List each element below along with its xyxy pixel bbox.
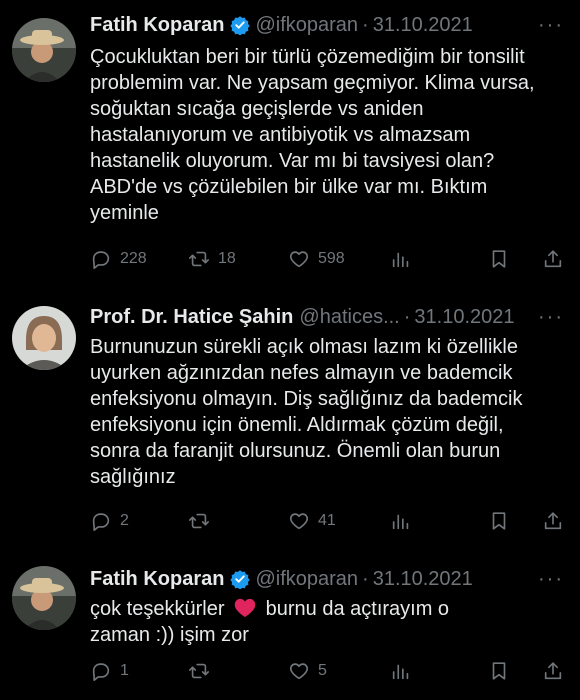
tweet-date[interactable]: 31.10.2021 [373,12,473,38]
separator: · [403,306,411,328]
reply-count: 2 [120,512,129,529]
bookmark-button[interactable] [488,660,510,682]
tweet-actions: 2 41 [90,510,568,536]
tweet-actions: 1 5 [90,660,568,686]
bookmark-button[interactable] [488,248,510,270]
avatar[interactable] [12,306,76,370]
views-button[interactable] [390,248,412,270]
verified-badge-icon [230,569,251,590]
tweet-date[interactable]: 31.10.2021 [414,304,514,330]
bookmark-icon [492,250,506,268]
reply-count: 1 [120,662,129,679]
retweet-icon [189,663,209,679]
tweet-text: Çocukluktan beri bir türlü çözemediğim b… [90,46,535,224]
author-handle[interactable]: @hatices... [299,304,399,330]
analytics-icon [392,514,409,530]
reply-button[interactable]: 228 [90,248,147,270]
more-options-icon[interactable]: ··· [538,306,564,329]
tweet[interactable]: Prof. Dr. Hatice Şahin @hatices... · 31.… [0,290,580,556]
tweet-text-part: çok teşekkürler [90,598,225,620]
reply-icon [92,513,110,531]
heart-icon [289,251,309,268]
reply-icon [92,663,110,681]
tweet-text: çok teşekkürler burnu da açtırayım o zam… [90,596,570,648]
share-button[interactable] [542,248,564,270]
red-heart-emoji-icon [234,598,256,618]
retweet-icon [189,513,209,529]
analytics-icon [392,664,409,680]
analytics-icon [392,252,409,268]
author-name[interactable]: Fatih Koparan [90,566,224,592]
retweet-count: 18 [218,250,236,267]
reply-count: 228 [120,250,147,267]
views-button[interactable] [390,660,412,682]
avatar[interactable] [12,18,76,82]
retweet-button[interactable] [188,510,218,532]
more-options-icon[interactable]: ··· [538,568,564,591]
tweet-text: Burnunuzun sürekli açık olması lazım ki … [90,336,523,488]
share-button[interactable] [542,660,564,682]
bookmark-icon [492,512,506,530]
reply-button[interactable]: 1 [90,660,129,682]
tweet[interactable]: Fatih Koparan @ifkoparan · 31.10.2021 ··… [0,0,580,290]
more-options-icon[interactable]: ··· [538,14,564,37]
reply-icon [92,251,110,269]
tweet-header: Fatih Koparan @ifkoparan · 31.10.2021 [90,12,473,38]
reply-button[interactable]: 2 [90,510,129,532]
heart-icon [289,663,309,680]
verified-badge-icon [230,15,251,36]
like-button[interactable]: 5 [288,660,327,682]
separator: · [362,14,369,36]
tweet-actions: 228 18 598 [90,248,568,274]
tweet[interactable]: Fatih Koparan @ifkoparan · 31.10.2021 ··… [0,556,580,700]
like-button[interactable]: 41 [288,510,336,532]
tweet-header: Prof. Dr. Hatice Şahin @hatices... · 31.… [90,304,515,330]
share-button[interactable] [542,510,564,532]
avatar[interactable] [12,566,76,630]
author-name[interactable]: Fatih Koparan [90,12,224,38]
tweet-date[interactable]: 31.10.2021 [373,566,473,592]
separator: · [362,568,369,590]
views-button[interactable] [390,510,412,532]
like-count: 5 [318,662,327,679]
bookmark-icon [492,662,506,680]
share-icon [544,250,562,268]
retweet-button[interactable]: 18 [188,248,236,270]
like-button[interactable]: 598 [288,248,345,270]
share-icon [544,662,562,680]
author-handle[interactable]: @ifkoparan [255,12,358,38]
heart-icon [289,513,309,530]
tweet-header: Fatih Koparan @ifkoparan · 31.10.2021 [90,566,473,592]
like-count: 598 [318,250,345,267]
author-name[interactable]: Prof. Dr. Hatice Şahin [90,304,293,330]
like-count: 41 [318,512,336,529]
retweet-icon [189,251,209,267]
author-handle[interactable]: @ifkoparan [255,566,358,592]
retweet-button[interactable] [188,660,218,682]
share-icon [544,512,562,530]
bookmark-button[interactable] [488,510,510,532]
